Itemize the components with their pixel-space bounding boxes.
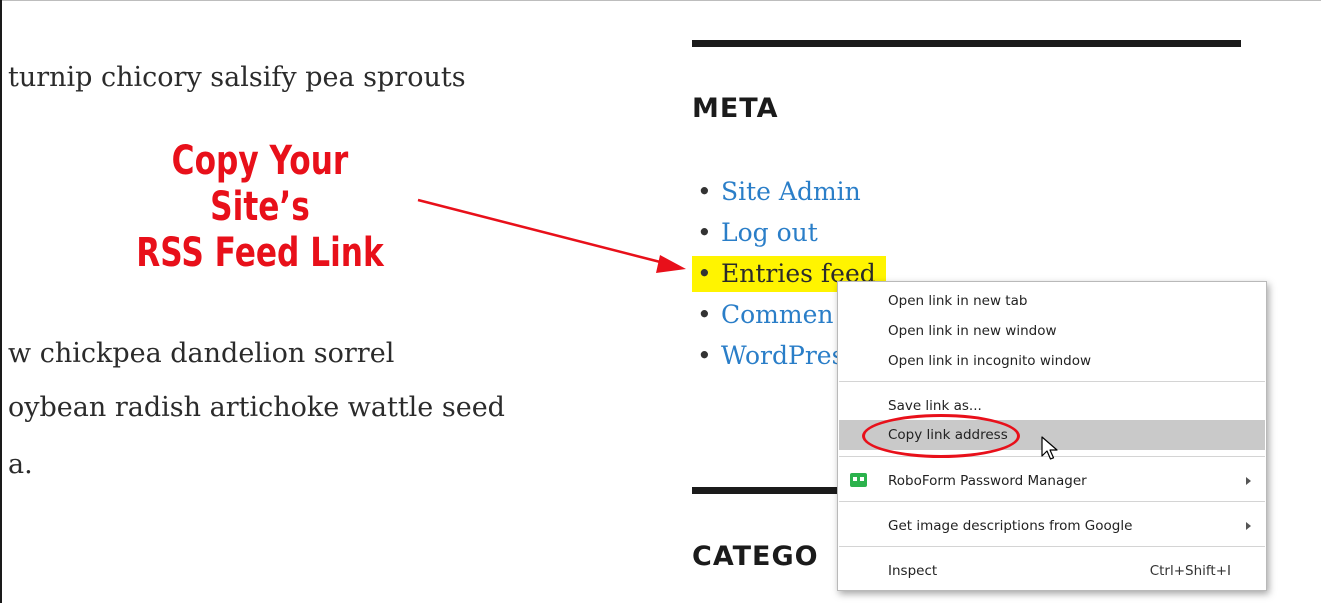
meta-item-log-out[interactable]: • Log out xyxy=(697,215,818,251)
list-bullet: • xyxy=(697,218,712,247)
menu-separator xyxy=(839,546,1265,547)
menu-item-roboform[interactable]: RoboForm Password Manager xyxy=(839,466,1265,496)
menu-item-label: Open link in new tab xyxy=(888,293,1028,309)
menu-item-label: Open link in incognito window xyxy=(888,353,1092,369)
meta-item-label: Site Admin xyxy=(721,177,861,206)
menu-item-shortcut: Ctrl+Shift+I xyxy=(1149,563,1231,579)
menu-item-open-incognito[interactable]: Open link in incognito window xyxy=(839,346,1265,376)
list-bullet: • xyxy=(697,341,712,370)
mouse-cursor-icon xyxy=(1041,436,1058,460)
arrow-line xyxy=(417,198,673,267)
menu-item-image-descriptions[interactable]: Get image descriptions from Google xyxy=(839,511,1265,541)
meta-item-site-admin[interactable]: • Site Admin xyxy=(697,174,861,210)
categories-widget-title: CATEGO xyxy=(692,541,819,572)
list-bullet: • xyxy=(697,300,712,329)
menu-item-inspect[interactable]: Inspect Ctrl+Shift+I xyxy=(839,556,1265,586)
meta-widget-rule xyxy=(692,40,1241,47)
menu-item-label: Inspect xyxy=(888,563,938,579)
menu-item-label: Open link in new window xyxy=(888,323,1057,339)
arrow-head xyxy=(656,255,686,273)
list-bullet: • xyxy=(697,259,712,288)
menu-item-open-new-window[interactable]: Open link in new window xyxy=(839,316,1265,346)
meta-item-label: Commen xyxy=(721,300,834,329)
meta-item-label: WordPres xyxy=(721,341,845,370)
submenu-arrow-icon xyxy=(1246,522,1251,530)
menu-separator xyxy=(839,501,1265,502)
meta-item-comments-feed[interactable]: • Commen xyxy=(697,297,834,333)
meta-item-wordpress-org[interactable]: • WordPres xyxy=(697,338,844,374)
submenu-arrow-icon xyxy=(1246,477,1251,485)
menu-item-label: RoboForm Password Manager xyxy=(888,473,1087,489)
menu-item-open-new-tab[interactable]: Open link in new tab xyxy=(839,286,1265,316)
menu-separator xyxy=(839,381,1265,382)
annotation-circle xyxy=(862,414,1020,458)
menu-item-label: Get image descriptions from Google xyxy=(888,518,1133,534)
roboform-icon xyxy=(850,473,867,487)
list-bullet: • xyxy=(697,177,712,206)
meta-item-label: Log out xyxy=(721,218,818,247)
meta-widget-title: META xyxy=(692,93,779,124)
